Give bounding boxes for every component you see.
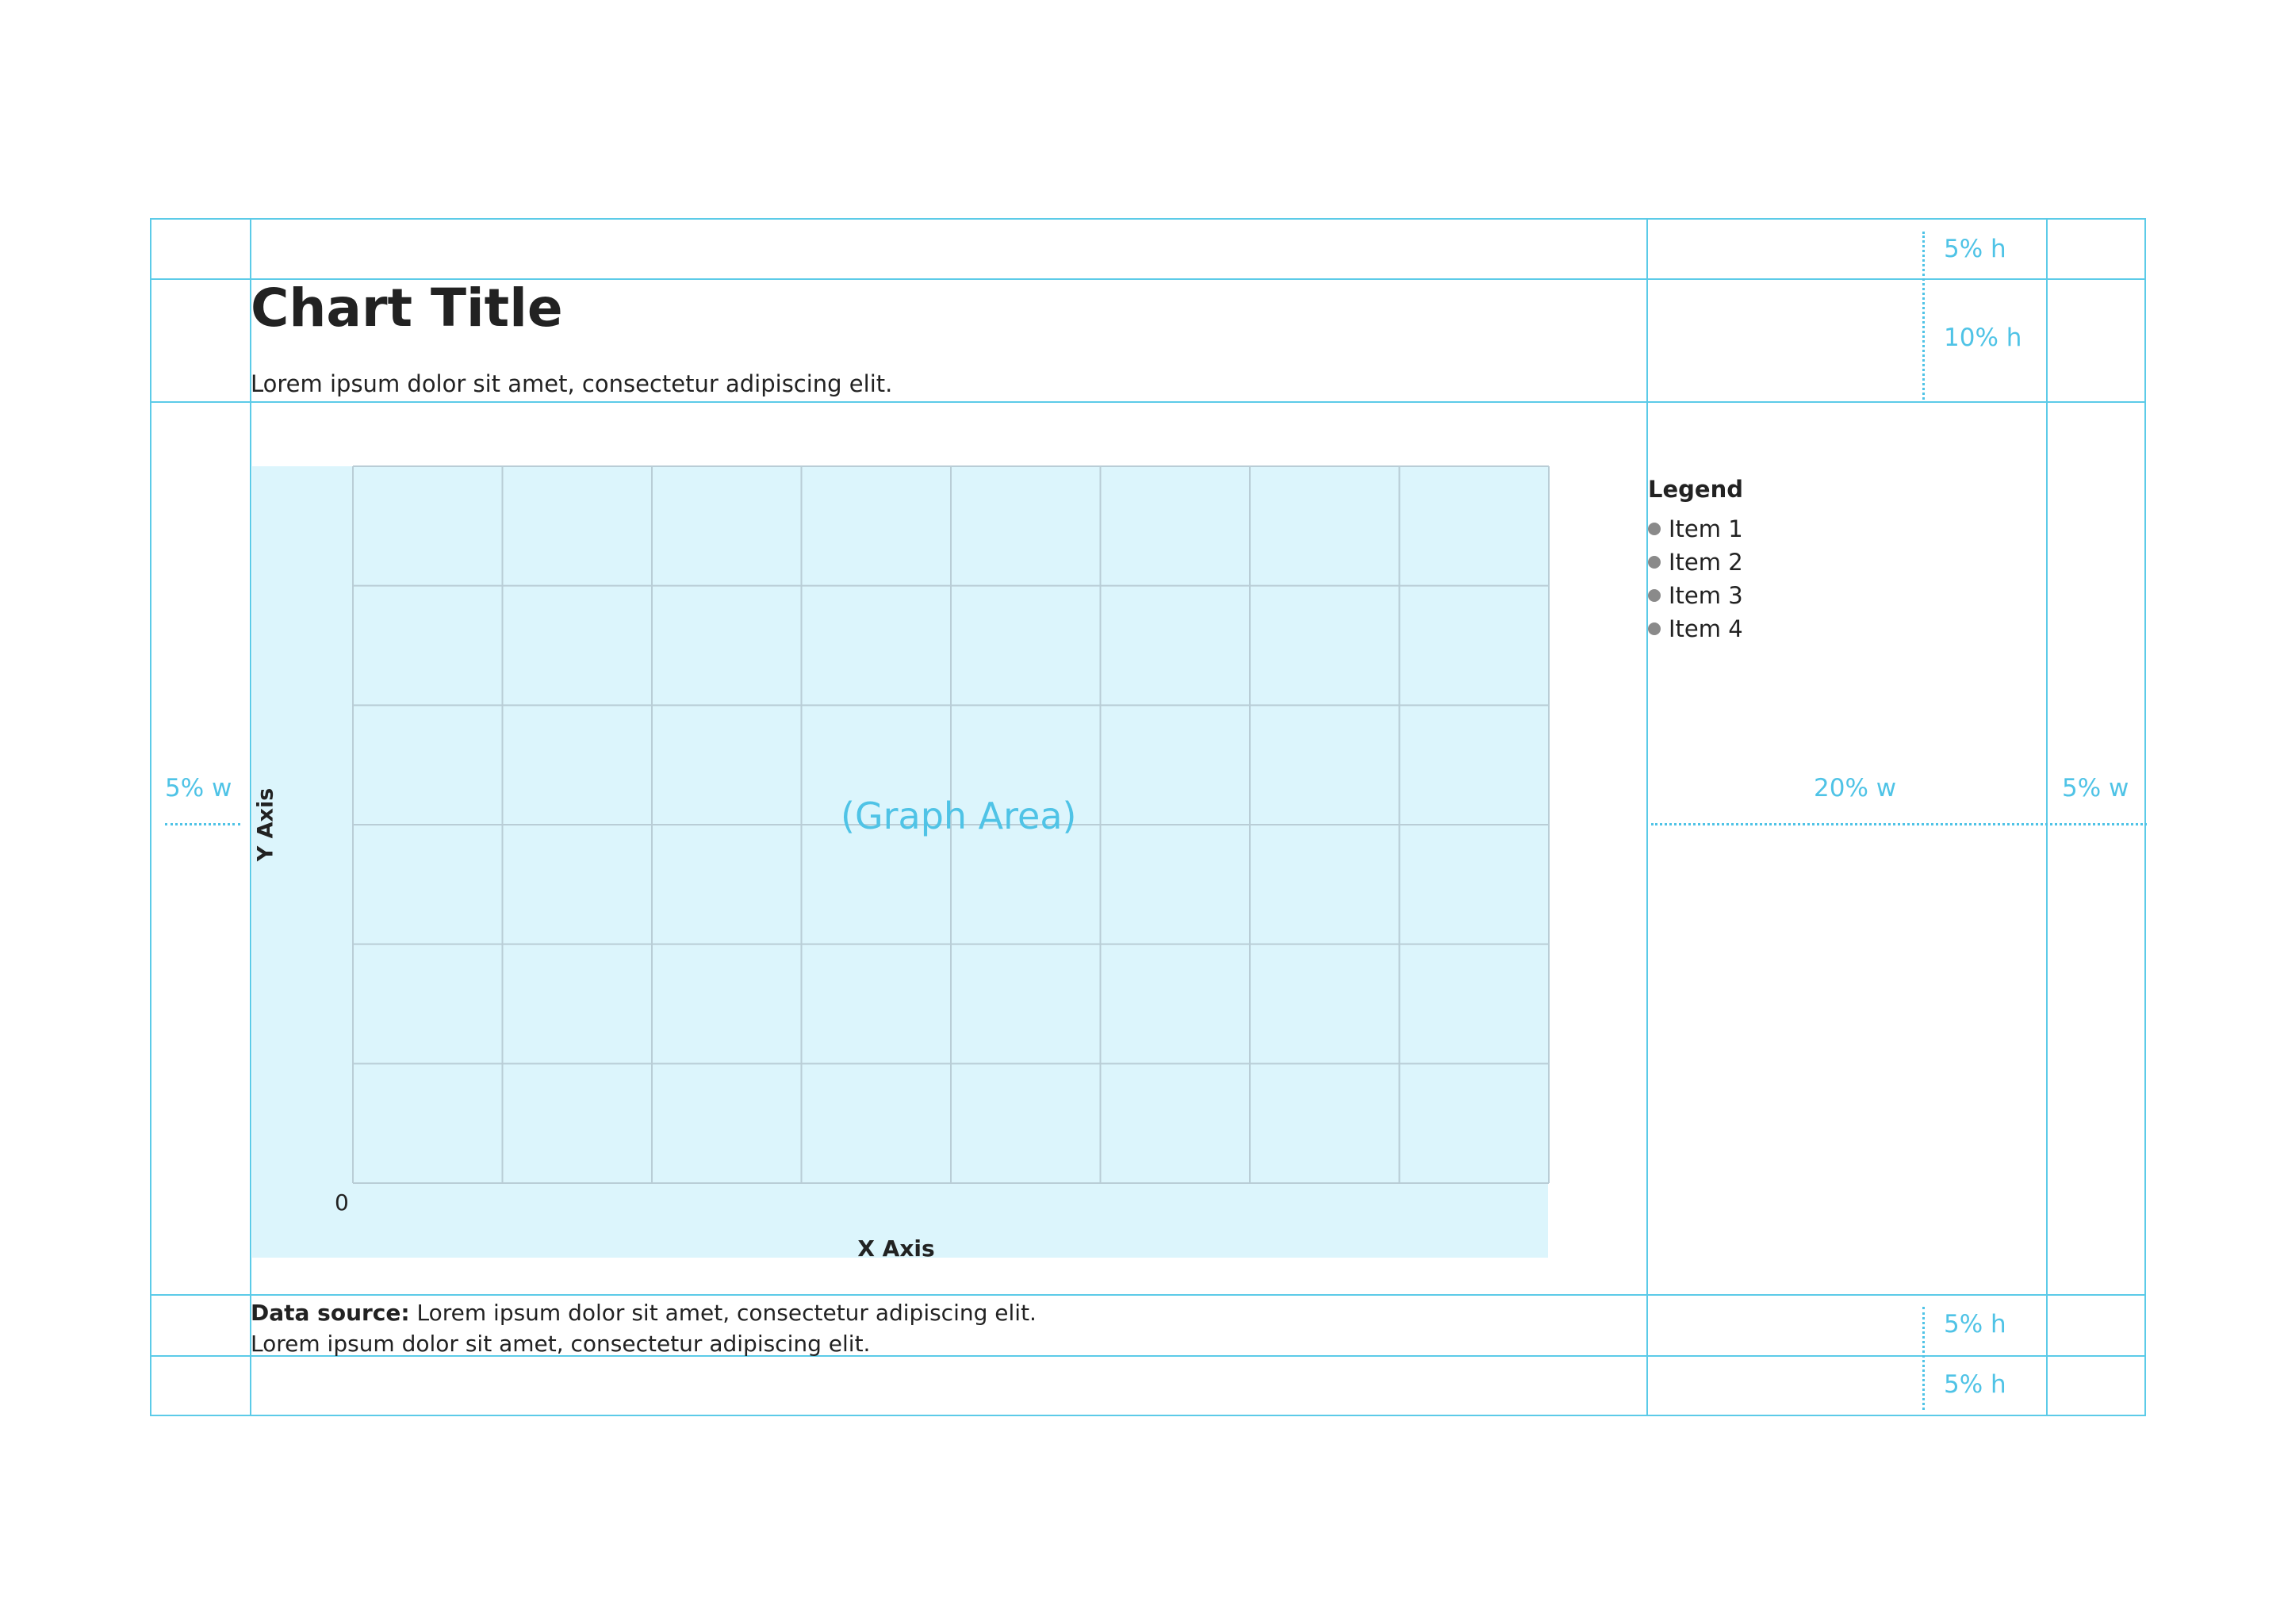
legend-item: Item 2 xyxy=(1648,549,1743,576)
measure-top-margin: 5% h xyxy=(1944,235,2006,263)
legend-item-label: Item 1 xyxy=(1669,515,1743,542)
legend-item: Item 4 xyxy=(1648,615,1743,642)
chart-title: Chart Title xyxy=(251,278,563,339)
legend-item-label: Item 4 xyxy=(1669,615,1743,642)
measure-dotted-right xyxy=(1651,823,2147,825)
data-source-text: Lorem ipsum dolor sit amet, consectetur … xyxy=(416,1300,1037,1326)
measure-right-margin: 5% w xyxy=(2062,774,2129,802)
origin-label: 0 xyxy=(335,1189,349,1216)
legend-item-label: Item 3 xyxy=(1669,582,1743,609)
legend-dot-icon xyxy=(1648,589,1661,602)
legend-item-label: Item 2 xyxy=(1669,549,1743,576)
legend-item: Item 1 xyxy=(1648,515,1743,542)
measure-footer-height: 5% h xyxy=(1944,1310,2006,1339)
footer-note: Lorem ipsum dolor sit amet, consectetur … xyxy=(251,1331,871,1357)
measure-left-margin: 5% w xyxy=(165,774,232,802)
measure-dotted-top xyxy=(1922,232,1925,400)
guide-vertical-right-edge xyxy=(2144,218,2146,1416)
guide-vertical-right-margin xyxy=(2046,218,2048,1416)
guide-vertical-content-start xyxy=(250,218,251,1416)
measure-dotted-left xyxy=(165,823,240,825)
legend-dot-icon xyxy=(1648,523,1661,535)
guide-vertical-legend-start xyxy=(1646,218,1648,1416)
footer: Data source: Lorem ipsum dolor sit amet,… xyxy=(251,1297,1037,1359)
graph-area-label: (Graph Area) xyxy=(841,795,1077,837)
legend-item: Item 3 xyxy=(1648,582,1743,609)
guide-horizontal-bottom xyxy=(150,1415,2146,1416)
legend-dot-icon xyxy=(1648,556,1661,569)
data-source-line: Data source: Lorem ipsum dolor sit amet,… xyxy=(251,1297,1037,1328)
x-axis-label: X Axis xyxy=(857,1235,935,1262)
legend-title: Legend xyxy=(1648,476,1743,503)
measure-legend-width: 20% w xyxy=(1814,774,1897,802)
guide-horizontal-footer-start xyxy=(150,1294,2146,1296)
legend-dot-icon xyxy=(1648,622,1661,635)
data-source-label: Data source: xyxy=(251,1300,410,1326)
guide-horizontal-header-end xyxy=(150,401,2146,403)
y-axis-label: Y Axis xyxy=(253,787,278,862)
chart-subtitle: Lorem ipsum dolor sit amet, consectetur … xyxy=(251,370,893,397)
guide-horizontal-top xyxy=(150,218,2146,220)
measure-bottom-margin: 5% h xyxy=(1944,1370,2006,1399)
guide-vertical-left-edge xyxy=(150,218,151,1416)
measure-dotted-bottom xyxy=(1922,1307,1925,1410)
measure-header-height: 10% h xyxy=(1944,324,2022,352)
